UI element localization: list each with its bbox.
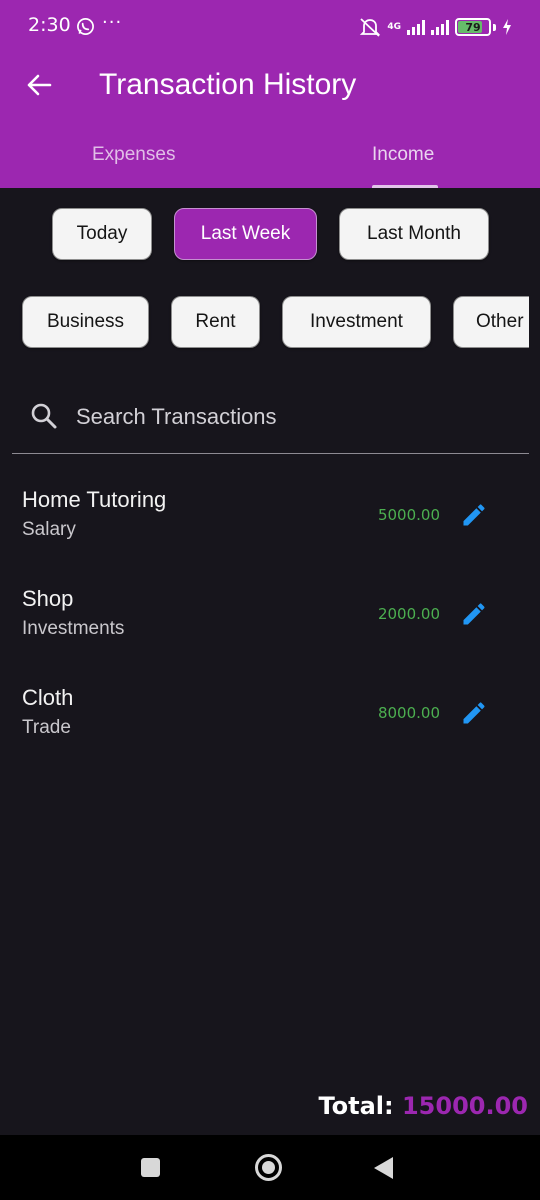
search-icon bbox=[31, 403, 57, 429]
status-time: 2:30 bbox=[28, 14, 71, 36]
transaction-amount: 2000.00 bbox=[377, 605, 440, 623]
transaction-name: Home Tutoring bbox=[22, 487, 167, 512]
filter-last-month[interactable]: Last Month bbox=[339, 208, 489, 260]
search-bar bbox=[12, 388, 529, 454]
back-nav-button[interactable] bbox=[374, 1157, 393, 1179]
charging-icon bbox=[503, 19, 511, 35]
transaction-row[interactable]: Shop Investments 2000.00 bbox=[0, 586, 540, 685]
pencil-icon bbox=[463, 702, 485, 724]
category-investment[interactable]: Investment bbox=[282, 296, 431, 348]
category-other-clip: Other bbox=[453, 296, 529, 348]
total-label: Total: bbox=[318, 1092, 402, 1120]
tab-expenses[interactable]: Expenses bbox=[92, 144, 175, 166]
category-rent[interactable]: Rent bbox=[171, 296, 260, 348]
transaction-name: Cloth bbox=[22, 685, 74, 710]
arrow-left-icon bbox=[27, 74, 52, 96]
category-other[interactable]: Other bbox=[453, 296, 529, 348]
transaction-category: Salary bbox=[22, 519, 76, 540]
transaction-row[interactable]: Cloth Trade 8000.00 bbox=[0, 685, 540, 784]
edit-button[interactable] bbox=[458, 598, 490, 630]
total-summary: Total: 15000.00 bbox=[318, 1092, 528, 1120]
pencil-icon bbox=[463, 504, 485, 526]
transaction-name: Shop bbox=[22, 586, 74, 611]
status-icons: 4G 79 bbox=[359, 16, 512, 38]
signal-icon-2 bbox=[431, 19, 449, 35]
overflow-dots: ··· bbox=[102, 12, 123, 33]
page-title: Transaction History bbox=[99, 68, 357, 101]
filter-last-week[interactable]: Last Week bbox=[174, 208, 317, 260]
transaction-amount: 8000.00 bbox=[377, 704, 440, 722]
edit-button[interactable] bbox=[458, 499, 490, 531]
battery-icon: 79 bbox=[455, 18, 491, 36]
back-button[interactable] bbox=[22, 68, 56, 102]
status-bar: 2:30 ··· 4G 79 bbox=[0, 0, 540, 56]
mute-icon bbox=[360, 18, 381, 37]
tab-indicator bbox=[372, 185, 438, 188]
network-type: 4G bbox=[387, 21, 401, 32]
search-input[interactable] bbox=[76, 400, 496, 434]
battery-level: 79 bbox=[465, 20, 481, 34]
transaction-row[interactable]: Home Tutoring Salary 5000.00 bbox=[0, 487, 540, 586]
edit-button[interactable] bbox=[458, 697, 490, 729]
pencil-icon bbox=[463, 603, 485, 625]
category-business[interactable]: Business bbox=[22, 296, 149, 348]
home-button[interactable] bbox=[255, 1154, 282, 1181]
whatsapp-icon bbox=[77, 18, 94, 35]
total-value: 15000.00 bbox=[401, 1092, 528, 1120]
transaction-category: Investments bbox=[22, 618, 125, 639]
system-nav-bar bbox=[0, 1135, 540, 1200]
tab-income[interactable]: Income bbox=[372, 144, 434, 166]
recents-button[interactable] bbox=[141, 1158, 160, 1177]
transaction-category: Trade bbox=[22, 717, 71, 738]
signal-icon bbox=[407, 19, 425, 35]
filter-today[interactable]: Today bbox=[52, 208, 152, 260]
app-bar: Transaction History Expenses Income bbox=[0, 56, 540, 188]
transaction-amount: 5000.00 bbox=[377, 506, 440, 524]
